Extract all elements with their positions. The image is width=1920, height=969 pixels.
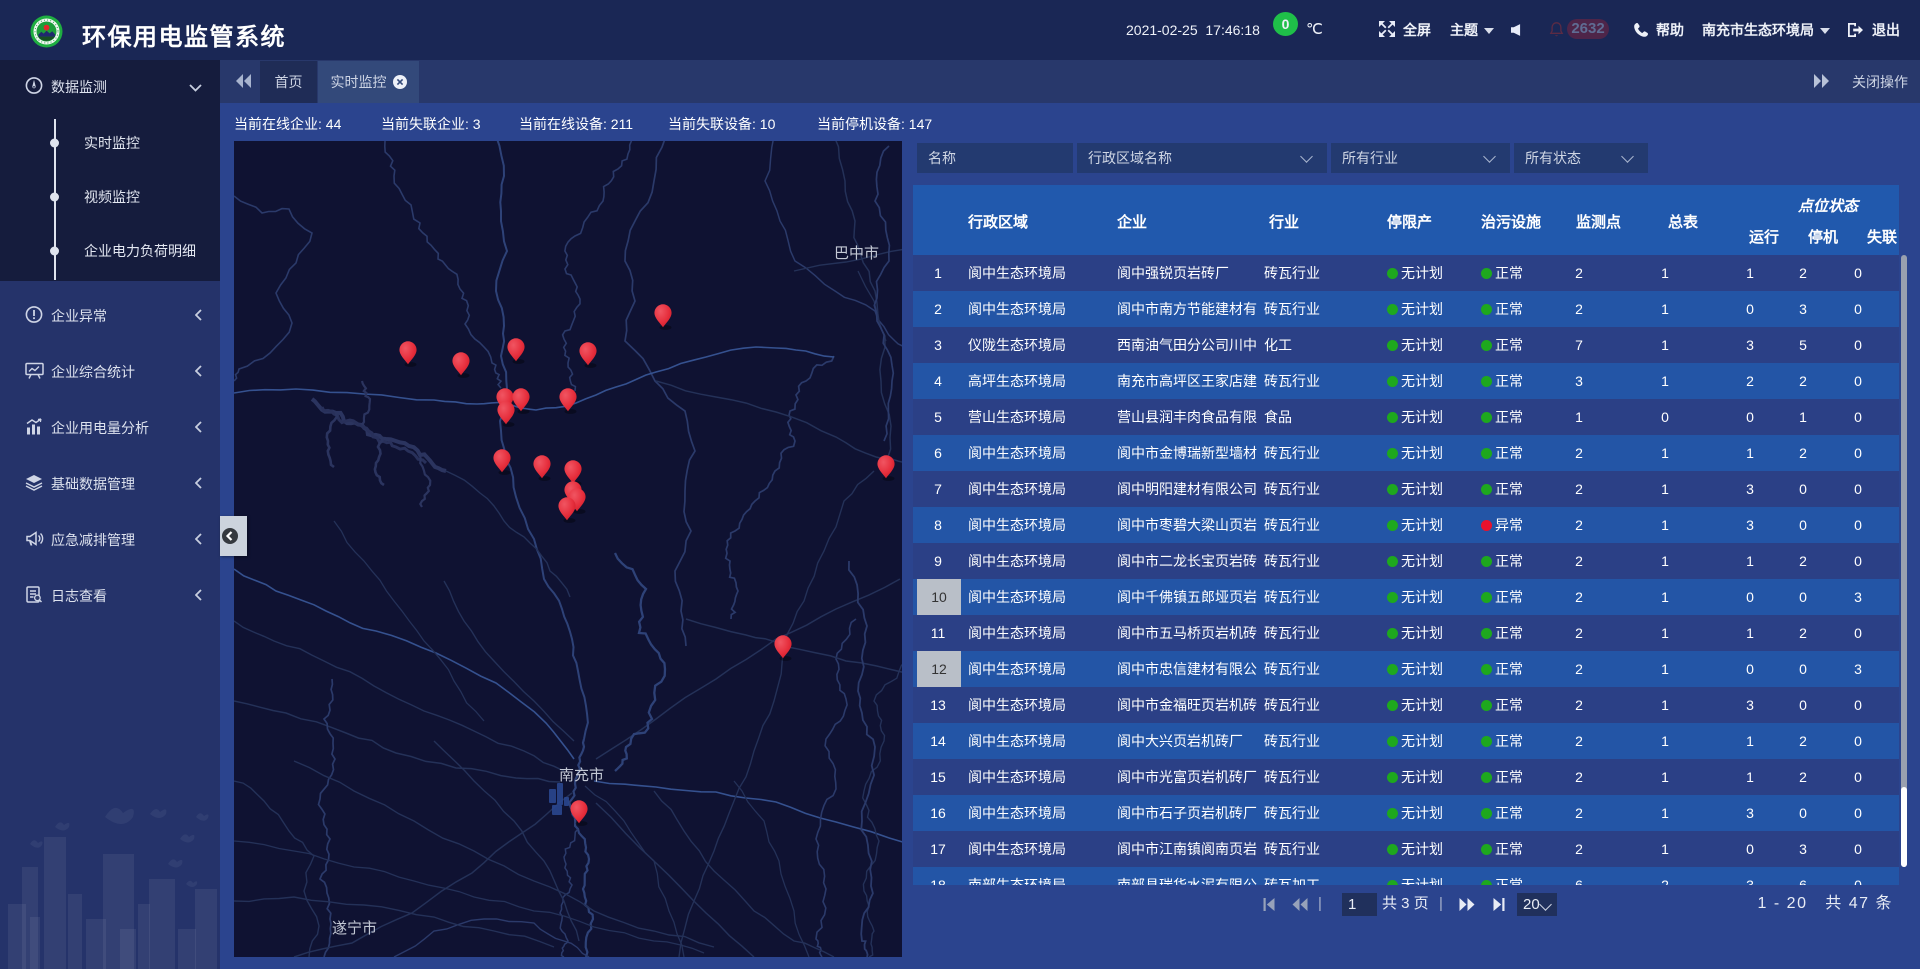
svg-text:巴中市: 巴中市	[834, 245, 879, 262]
svg-text:遂宁市: 遂宁市	[332, 920, 377, 937]
svg-text:南充市: 南充市	[559, 767, 604, 784]
